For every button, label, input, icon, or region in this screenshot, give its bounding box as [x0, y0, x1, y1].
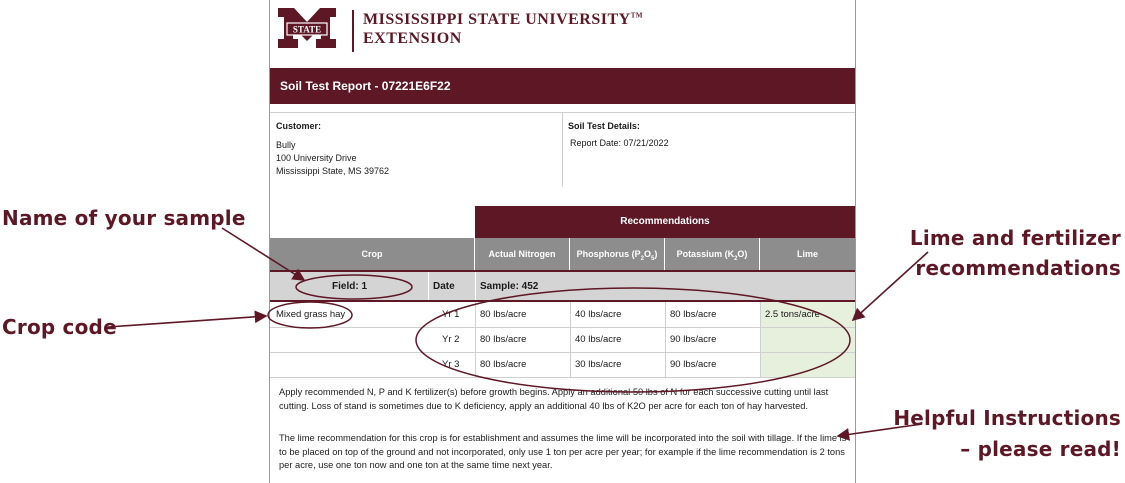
annotation-lime-fert-line2: recommendations [915, 256, 1121, 280]
sample-name-arrow [221, 227, 306, 281]
annotation-helpful-line2: – please read! [960, 437, 1121, 461]
annotation-helpful-line1: Helpful Instructions [893, 406, 1121, 430]
annotation-sample-name: Name of your sample [2, 206, 246, 230]
crop-code-arrow [107, 310, 268, 328]
field-name-circle [295, 274, 413, 300]
crop-name-circle [267, 301, 353, 329]
annotation-lime-fert-line1: Lime and fertilizer [909, 226, 1121, 250]
recommendations-circle [415, 287, 851, 393]
annotation-crop-code: Crop code [2, 315, 117, 339]
